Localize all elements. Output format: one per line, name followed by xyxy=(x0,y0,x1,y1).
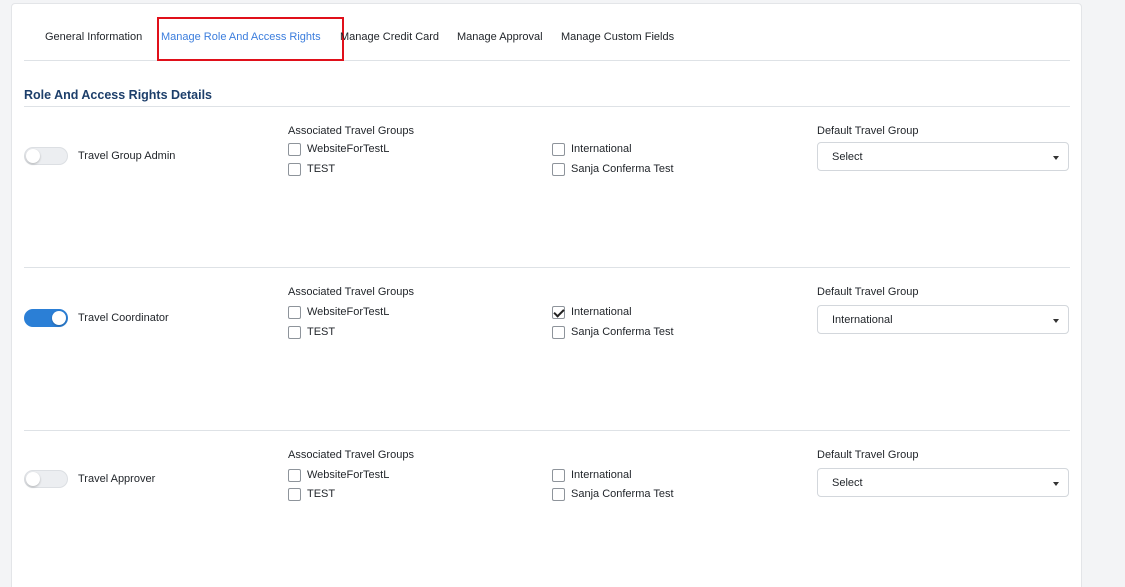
checkbox-label: Sanja Conferma Test xyxy=(571,163,674,175)
role-toggle-travel-group-admin[interactable] xyxy=(24,147,68,165)
checkbox[interactable] xyxy=(288,305,301,319)
role-row-travel-group-admin: Travel Group Admin Associated Travel Gro… xyxy=(12,107,1083,267)
group-checkbox-sanja-conferma-test[interactable]: Sanja Conferma Test xyxy=(552,325,674,339)
role-divider xyxy=(24,430,1070,431)
caret-down-icon xyxy=(1053,482,1059,486)
group-checkbox-websitefortestl[interactable]: WebsiteForTestL xyxy=(288,305,389,319)
default-travel-group-label: Default Travel Group xyxy=(817,449,919,461)
default-travel-group-select[interactable]: Select xyxy=(817,468,1069,497)
checkbox[interactable] xyxy=(552,162,565,176)
toggle-knob xyxy=(26,149,40,163)
toggle-knob xyxy=(52,311,66,325)
checkbox-label: Sanja Conferma Test xyxy=(571,488,674,500)
checkbox[interactable] xyxy=(288,142,301,156)
default-travel-group-label: Default Travel Group xyxy=(817,286,919,298)
checkbox-label: WebsiteForTestL xyxy=(307,143,390,155)
default-travel-group-select[interactable]: Select xyxy=(817,142,1069,171)
checkbox[interactable] xyxy=(552,468,565,482)
default-travel-group-select[interactable]: International xyxy=(817,305,1069,334)
checkbox[interactable] xyxy=(288,468,301,482)
group-checkbox-test[interactable]: TEST xyxy=(288,487,335,501)
toggle-knob xyxy=(26,472,40,486)
group-checkbox-test[interactable]: TEST xyxy=(288,162,335,176)
checkbox-label: International xyxy=(571,469,632,481)
checkbox-checked[interactable] xyxy=(552,305,565,319)
checkbox-label: TEST xyxy=(307,488,336,500)
checkbox-label: WebsiteForTestL xyxy=(307,469,390,481)
associated-travel-groups-label: Associated Travel Groups xyxy=(288,286,414,298)
role-divider xyxy=(24,267,1070,268)
checkbox[interactable] xyxy=(552,487,565,501)
default-travel-group-label: Default Travel Group xyxy=(817,125,919,137)
settings-card: General Information Manage Role And Acce… xyxy=(11,3,1082,587)
caret-down-icon xyxy=(1053,319,1059,323)
checkbox-label: International xyxy=(571,143,632,155)
checkbox-label: WebsiteForTestL xyxy=(307,306,390,318)
role-name: Travel Group Admin xyxy=(78,150,176,162)
checkbox[interactable] xyxy=(288,325,301,339)
group-checkbox-sanja-conferma-test[interactable]: Sanja Conferma Test xyxy=(552,162,674,176)
group-checkbox-websitefortestl[interactable]: WebsiteForTestL xyxy=(288,142,389,156)
checkbox[interactable] xyxy=(552,142,565,156)
role-toggle-travel-approver[interactable] xyxy=(24,470,68,488)
select-value: International xyxy=(832,314,893,326)
checkbox-label: Sanja Conferma Test xyxy=(571,326,674,338)
active-tab-highlight-box xyxy=(157,17,344,61)
select-value: Select xyxy=(832,151,863,163)
role-name: Travel Coordinator xyxy=(78,312,169,324)
group-checkbox-international[interactable]: International xyxy=(552,468,632,482)
role-row-travel-approver: Travel Approver Associated Travel Groups… xyxy=(12,430,1083,587)
select-value: Select xyxy=(832,477,863,489)
associated-travel-groups-label: Associated Travel Groups xyxy=(288,449,414,461)
group-checkbox-test[interactable]: TEST xyxy=(288,325,335,339)
caret-down-icon xyxy=(1053,156,1059,160)
checkbox[interactable] xyxy=(288,162,301,176)
tab-manage-approval[interactable]: Manage Approval xyxy=(457,31,543,43)
checkbox-label: International xyxy=(571,306,632,318)
associated-travel-groups-label: Associated Travel Groups xyxy=(288,125,414,137)
checkbox-label: TEST xyxy=(307,326,336,338)
section-title: Role And Access Rights Details xyxy=(24,88,213,102)
group-checkbox-websitefortestl[interactable]: WebsiteForTestL xyxy=(288,468,389,482)
tab-manage-custom-fields[interactable]: Manage Custom Fields xyxy=(561,31,674,43)
tab-general-information[interactable]: General Information xyxy=(45,31,142,43)
group-checkbox-sanja-conferma-test[interactable]: Sanja Conferma Test xyxy=(552,487,674,501)
group-checkbox-international[interactable]: International xyxy=(552,142,632,156)
role-name: Travel Approver xyxy=(78,473,156,485)
group-checkbox-international[interactable]: International xyxy=(552,305,632,319)
checkbox[interactable] xyxy=(552,325,565,339)
role-row-travel-coordinator: Travel Coordinator Associated Travel Gro… xyxy=(12,267,1083,427)
role-toggle-travel-coordinator[interactable] xyxy=(24,309,68,327)
checkbox-label: TEST xyxy=(307,163,336,175)
checkbox[interactable] xyxy=(288,487,301,501)
tab-bar: General Information Manage Role And Acce… xyxy=(24,4,1070,61)
tab-manage-credit-card[interactable]: Manage Credit Card xyxy=(340,31,439,43)
